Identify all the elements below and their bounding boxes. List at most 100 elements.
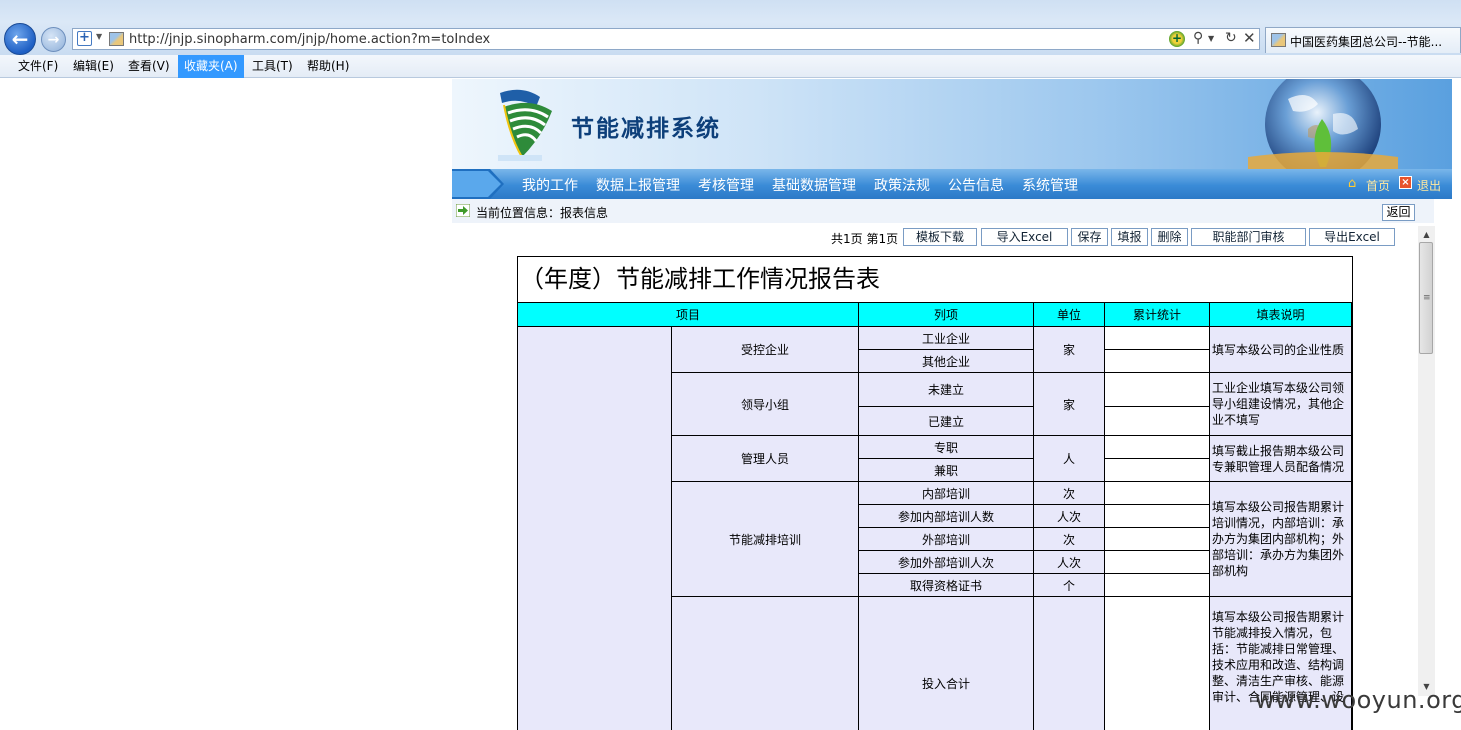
menu-tools[interactable]: 工具(T)	[246, 55, 299, 78]
header-unit: 单位	[1034, 303, 1105, 327]
location-text: 当前位置信息：报表信息	[476, 206, 609, 220]
refresh-icon[interactable]: ↻	[1225, 30, 1237, 46]
import-excel-button[interactable]: 导入Excel	[981, 228, 1068, 246]
unit-cell: 人	[1034, 436, 1105, 482]
group-name	[672, 597, 859, 730]
menu-file[interactable]: 文件(F)	[12, 55, 64, 78]
template-download-button[interactable]: 模板下载	[903, 228, 977, 246]
url-text[interactable]: http://jnjp.sinopharm.com/jnjp/home.acti…	[129, 32, 490, 47]
value-input[interactable]	[1105, 482, 1210, 505]
menu-bar: 文件(F) 编辑(E) 查看(V) 收藏夹(A) 工具(T) 帮助(H)	[0, 55, 1461, 78]
value-input[interactable]	[1105, 597, 1210, 730]
home-link[interactable]: 首页	[1366, 177, 1390, 194]
scroll-thumb[interactable]: ≡	[1419, 242, 1433, 354]
search-dropdown-icon[interactable]: ▼	[1208, 34, 1214, 43]
header-column: 列项	[859, 303, 1034, 327]
browser-toolbar: ← → + ▼ http://jnjp.sinopharm.com/jnjp/h…	[0, 0, 1461, 55]
address-bar[interactable]: + ▼ http://jnjp.sinopharm.com/jnjp/home.…	[72, 28, 1260, 50]
unit-cell: 次	[1034, 482, 1105, 505]
forward-button[interactable]: →	[41, 27, 66, 52]
delete-button[interactable]: 删除	[1151, 228, 1188, 246]
item-label: 外部培训	[859, 528, 1034, 551]
value-input[interactable]	[1105, 574, 1210, 597]
menu-favorites[interactable]: 收藏夹(A)	[178, 55, 244, 78]
browser-tab[interactable]: 中国医药集团总公司--节能...	[1265, 27, 1461, 53]
add-site-icon[interactable]: +	[77, 31, 92, 46]
item-label: 兼职	[859, 459, 1034, 482]
header-cumulative: 累计统计	[1105, 303, 1210, 327]
department-review-button[interactable]: 职能部门审核	[1191, 228, 1306, 246]
instruction-note: 填写截止报告期本级公司专兼职管理人员配备情况	[1210, 436, 1352, 482]
menu-edit[interactable]: 编辑(E)	[67, 55, 120, 78]
category-cell	[518, 327, 672, 730]
nav-policy[interactable]: 政策法规	[874, 175, 930, 195]
nav-assessment[interactable]: 考核管理	[698, 175, 754, 195]
arrow-left-icon: ←	[11, 27, 29, 51]
unit-cell: 人次	[1034, 505, 1105, 528]
logout-icon[interactable]: ×	[1399, 176, 1412, 189]
header-item: 项目	[518, 303, 859, 327]
compatibility-view-icon[interactable]: +	[1169, 31, 1185, 47]
logout-link[interactable]: 退出	[1417, 177, 1441, 194]
page-favicon-icon	[109, 32, 124, 46]
item-label: 投入合计	[859, 597, 1034, 730]
value-input[interactable]	[1105, 505, 1210, 528]
unit-cell: 次	[1034, 528, 1105, 551]
value-input[interactable]	[1105, 436, 1210, 459]
value-input[interactable]	[1105, 350, 1210, 373]
chevron-down-icon[interactable]: ▼	[96, 32, 102, 41]
unit-cell	[1034, 597, 1105, 730]
instruction-note: 填写本级公司的企业性质	[1210, 327, 1352, 373]
tab-title: 中国医药集团总公司--节能...	[1290, 35, 1443, 49]
watermark: www.wooyun.org	[1255, 686, 1461, 714]
return-button[interactable]: 返回	[1382, 204, 1415, 221]
item-label: 已建立	[859, 407, 1034, 436]
nav-data-report[interactable]: 数据上报管理	[596, 175, 680, 195]
breadcrumb: 当前位置信息：报表信息 返回	[452, 199, 1434, 223]
export-excel-button[interactable]: 导出Excel	[1309, 228, 1395, 246]
menu-view[interactable]: 查看(V)	[122, 55, 176, 78]
nav-arrow-icon	[452, 169, 504, 199]
value-input[interactable]	[1105, 373, 1210, 407]
save-button[interactable]: 保存	[1071, 228, 1108, 246]
value-input[interactable]	[1105, 528, 1210, 551]
vertical-scrollbar[interactable]: ▲ ≡ ▼	[1418, 226, 1435, 696]
menu-help[interactable]: 帮助(H)	[301, 55, 355, 78]
location-arrow-icon	[456, 204, 470, 217]
report-table: （年度）节能减排工作情况报告表 项目 列项 单位 累计统计 填表说明 受控企业 …	[517, 256, 1353, 730]
fill-report-button[interactable]: 填报	[1111, 228, 1148, 246]
unit-cell: 人次	[1034, 551, 1105, 574]
value-input[interactable]	[1105, 459, 1210, 482]
report-title: （年度）节能减排工作情况报告表	[518, 257, 1352, 303]
arrow-right-icon: →	[47, 31, 60, 48]
site-banner: 节能减排系统	[452, 79, 1452, 169]
instruction-note: 工业企业填写本级公司领导小组建设情况，其他企业不填写	[1210, 373, 1352, 436]
earth-leaf-image	[1248, 79, 1398, 169]
item-label: 参加外部培训人次	[859, 551, 1034, 574]
header-instructions: 填表说明	[1210, 303, 1352, 327]
item-label: 未建立	[859, 373, 1034, 407]
item-label: 取得资格证书	[859, 574, 1034, 597]
unit-cell: 家	[1034, 327, 1105, 373]
page-content: 节能减排系统 我的工作 数据上报管理 考核管理 基础数据管理 政策法规 公告信息…	[452, 79, 1452, 730]
item-label: 参加内部培训人数	[859, 505, 1034, 528]
search-icon[interactable]: ⚲	[1193, 30, 1203, 46]
nav-announcements[interactable]: 公告信息	[948, 175, 1004, 195]
home-icon[interactable]: ⌂	[1348, 176, 1356, 191]
sinopharm-logo	[498, 89, 552, 161]
nav-system[interactable]: 系统管理	[1022, 175, 1078, 195]
value-input[interactable]	[1105, 407, 1210, 436]
item-label: 工业企业	[859, 327, 1034, 350]
unit-cell: 个	[1034, 574, 1105, 597]
value-input[interactable]	[1105, 551, 1210, 574]
group-name: 管理人员	[672, 436, 859, 482]
back-button[interactable]: ←	[4, 23, 36, 55]
scroll-up-icon[interactable]: ▲	[1418, 226, 1435, 243]
value-input[interactable]	[1105, 327, 1210, 350]
nav-my-work[interactable]: 我的工作	[522, 175, 578, 195]
group-name: 节能减排培训	[672, 482, 859, 597]
close-icon[interactable]: ✕	[1243, 29, 1256, 47]
item-label: 专职	[859, 436, 1034, 459]
nav-base-data[interactable]: 基础数据管理	[772, 175, 856, 195]
group-name: 领导小组	[672, 373, 859, 436]
